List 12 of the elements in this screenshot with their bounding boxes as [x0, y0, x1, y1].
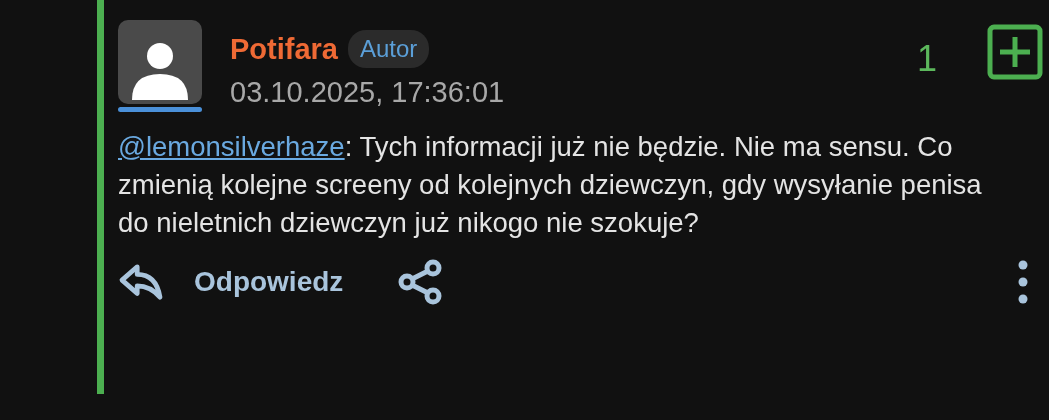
author-badge: Autor [348, 30, 430, 68]
reply-icon [118, 263, 164, 301]
upvote-button[interactable] [987, 24, 1043, 80]
mention-link[interactable]: @lemonsilverhaze [118, 131, 345, 162]
comment-text: @lemonsilverhaze: Tych informacji już nie będzie. Nie ma sensu. Co zmienią kolejne screeny od kolejnych dziewczyn, gdy wysyłanie penisa do nieletnich dziewczyn już nikogo nie szokuje? [118, 130, 983, 240]
more-icon[interactable] [1018, 260, 1028, 304]
reply-button[interactable]: Odpowiedz [118, 263, 344, 301]
avatar-icon[interactable] [118, 20, 202, 112]
vote-count: 1 [916, 38, 937, 80]
plus-icon [987, 24, 1043, 80]
comment-date: 03.10.2025, 17:36:01 [230, 76, 505, 109]
author-name[interactable]: Potifara [230, 32, 338, 66]
